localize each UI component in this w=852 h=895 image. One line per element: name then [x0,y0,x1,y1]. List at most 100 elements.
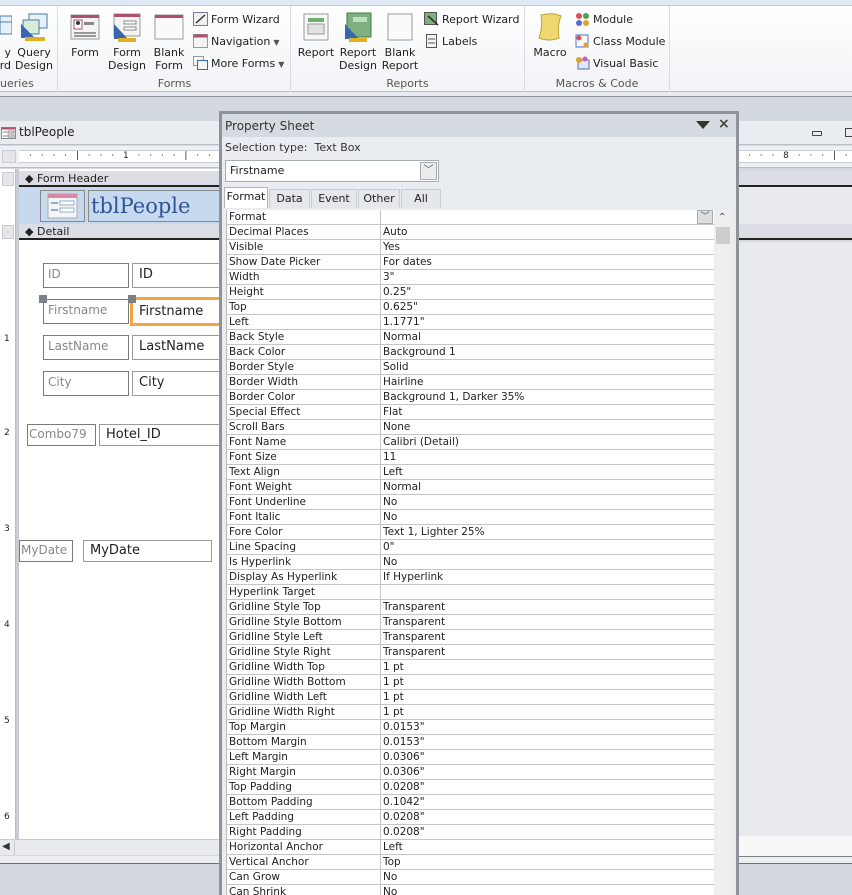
property-value[interactable]: Left [380,465,714,479]
blank-report-button[interactable]: Blank Report [380,12,420,72]
property-value[interactable]: Normal [380,480,714,494]
chevron-down-icon[interactable]: ﹀ [420,162,437,180]
property-row[interactable]: Text Align Left [227,465,714,480]
query-wizard-button[interactable]: y rd [0,12,12,72]
property-row[interactable]: Font Size 11 [227,450,714,465]
minimize-icon[interactable] [812,131,822,136]
property-value[interactable]: 0.1042" [380,795,714,809]
property-value[interactable]: Flat [380,405,714,419]
property-value[interactable]: Background 1, Darker 35% [380,390,714,404]
property-value[interactable]: Auto [380,225,714,239]
property-value[interactable]: 0.0153" [380,735,714,749]
property-row[interactable]: Left 1.1771" [227,315,714,330]
property-row[interactable]: Font Weight Normal [227,480,714,495]
property-row[interactable]: Border Color Background 1, Darker 35% [227,390,714,405]
property-row[interactable]: Gridline Width Right 1 pt [227,705,714,720]
property-row[interactable]: Right Margin 0.0306" [227,765,714,780]
property-row[interactable]: Top Margin 0.0153" [227,720,714,735]
property-row[interactable]: Bottom Padding 0.1042" [227,795,714,810]
scroll-up-icon[interactable]: ⌃ [718,212,726,223]
property-row[interactable]: Is Hyperlink No [227,555,714,570]
label-city[interactable]: City [43,371,129,396]
textbox-firstname[interactable]: Firstname [130,297,220,326]
property-row[interactable]: Right Padding 0.0208" [227,825,714,840]
more-forms-button[interactable]: More Forms ▼ [193,55,284,73]
label-id[interactable]: ID [43,263,129,288]
property-value[interactable]: 0.25" [380,285,714,299]
label-firstname[interactable]: Firstname [43,299,129,324]
form-title-label[interactable]: tblPeople [88,190,220,222]
label-mydate[interactable]: MyDate [19,540,73,562]
property-value[interactable]: No [380,510,714,524]
property-value[interactable]: 1 pt [380,660,714,674]
document-tab[interactable]: tblPeople [0,121,220,145]
property-value[interactable]: 0.0208" [380,825,714,839]
property-value[interactable]: Text 1, Lighter 25% [380,525,714,539]
property-row[interactable]: Special Effect Flat [227,405,714,420]
textbox-lastname[interactable]: LastName [132,335,220,360]
property-value[interactable]: Hairline [380,375,714,389]
property-row[interactable]: Gridline Width Bottom 1 pt [227,675,714,690]
property-value[interactable]: 0.0306" [380,750,714,764]
visual-basic-button[interactable]: Visual Basic [575,55,658,73]
property-row[interactable]: Format ﹀ [227,210,714,225]
restore-icon[interactable] [845,128,852,137]
chevron-down-icon[interactable]: ﹀ [697,210,713,224]
property-row[interactable]: Scroll Bars None [227,420,714,435]
property-row[interactable]: Fore Color Text 1, Lighter 25% [227,525,714,540]
property-row[interactable]: Left Padding 0.0208" [227,810,714,825]
ruler-section-header[interactable] [2,172,14,186]
class-module-button[interactable]: Class Module [575,33,665,51]
property-value[interactable]: 1 pt [380,675,714,689]
tab-data[interactable]: Data [269,189,310,208]
property-value[interactable]: Transparent [380,615,714,629]
property-value[interactable]: Transparent [380,600,714,614]
property-value[interactable]: 0.0153" [380,720,714,734]
report-design-button[interactable]: Report Design [338,12,378,72]
property-value[interactable] [380,585,714,599]
scroll-left-icon[interactable]: ◀ [2,841,10,852]
property-row[interactable]: Height 0.25" [227,285,714,300]
report-button[interactable]: Report [296,12,336,59]
property-value[interactable]: 0.0208" [380,780,714,794]
property-value[interactable]: 3" [380,270,714,284]
property-value[interactable]: 0.0306" [380,765,714,779]
module-button[interactable]: Module [575,11,633,29]
property-row[interactable]: Border Style Solid [227,360,714,375]
property-value[interactable]: Background 1 [380,345,714,359]
property-row[interactable]: Top 0.625" [227,300,714,315]
property-row[interactable]: Font Name Calibri (Detail) [227,435,714,450]
property-row[interactable]: Font Italic No [227,510,714,525]
property-row[interactable]: Gridline Width Left 1 pt [227,690,714,705]
property-value[interactable]: None [380,420,714,434]
property-row[interactable]: Gridline Style Right Transparent [227,645,714,660]
property-value[interactable]: No [380,885,714,895]
property-row[interactable]: Gridline Width Top 1 pt [227,660,714,675]
tab-other[interactable]: Other [358,189,400,208]
property-value[interactable]: 1 pt [380,690,714,704]
property-value[interactable]: 0.625" [380,300,714,314]
property-value[interactable]: No [380,555,714,569]
property-row[interactable]: Vertical Anchor Top [227,855,714,870]
property-value[interactable]: 1.1771" [380,315,714,329]
property-row[interactable]: Show Date Picker For dates [227,255,714,270]
property-value[interactable]: Solid [380,360,714,374]
property-value[interactable]: Calibri (Detail) [380,435,714,449]
property-value[interactable]: No [380,495,714,509]
close-icon[interactable]: × [718,116,730,132]
property-row[interactable]: Back Color Background 1 [227,345,714,360]
property-value[interactable]: Transparent [380,645,714,659]
property-row[interactable]: Can Grow No [227,870,714,885]
tab-event[interactable]: Event [311,189,357,208]
property-row[interactable]: Left Margin 0.0306" [227,750,714,765]
property-value[interactable]: Normal [380,330,714,344]
textbox-mydate[interactable]: MyDate [83,540,212,562]
form-button[interactable]: Form [67,12,103,59]
property-row[interactable]: Decimal Places Auto [227,225,714,240]
property-row[interactable]: Font Underline No [227,495,714,510]
property-grid-scrollbar[interactable]: ⌃ [715,210,731,895]
section-detail[interactable]: ◆ Detail [19,224,220,240]
property-value[interactable]: 11 [380,450,714,464]
scroll-thumb[interactable] [716,227,730,244]
property-value[interactable]: 1 pt [380,705,714,719]
